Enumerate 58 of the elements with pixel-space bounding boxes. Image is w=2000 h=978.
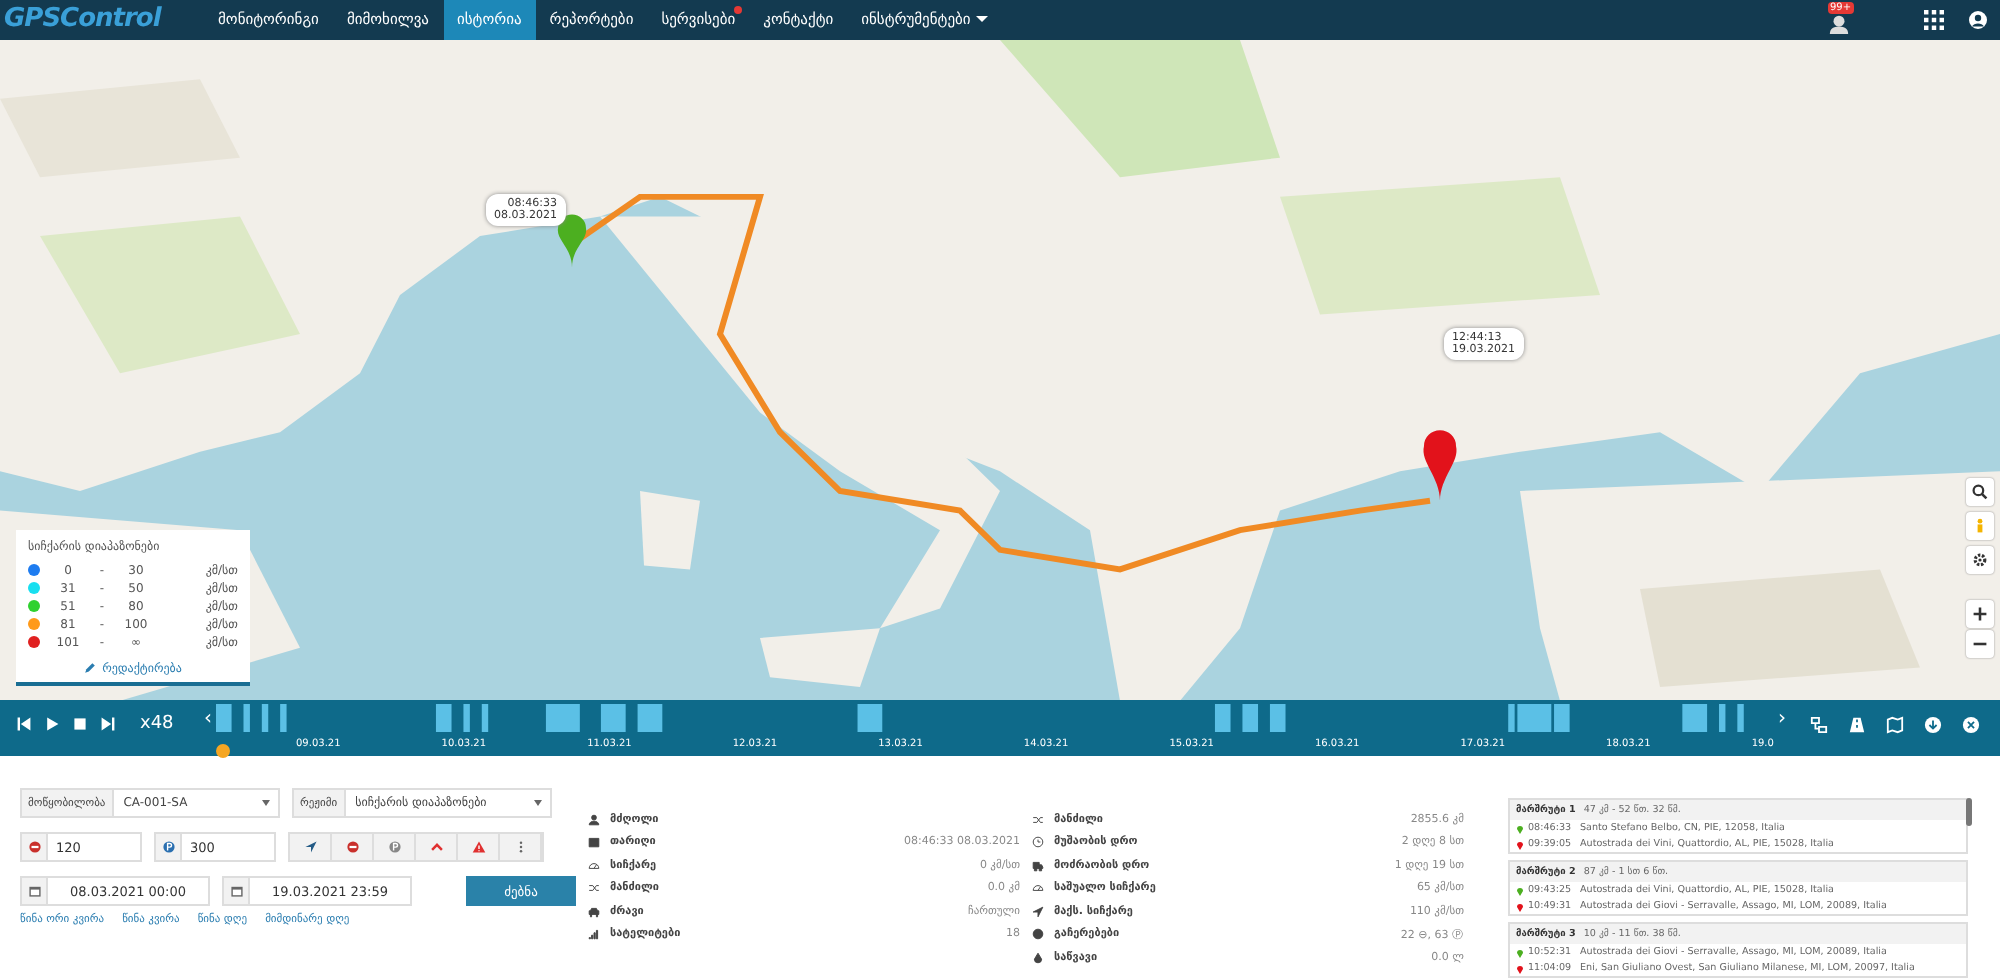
search-button[interactable] (1966, 477, 1994, 506)
plus-icon (1972, 605, 1988, 622)
parking-toggle-button[interactable] (374, 834, 416, 860)
gauge-icon (1032, 882, 1044, 895)
chevron-up-icon (429, 840, 443, 854)
user-icon (588, 813, 600, 826)
stop-sign-icon (345, 840, 359, 854)
signal-icon (588, 928, 600, 941)
clock-icon (1032, 836, 1044, 849)
drop-icon (1032, 951, 1044, 964)
navigate-icon (303, 840, 317, 854)
alerts-toggle-button[interactable] (458, 834, 500, 860)
apps-grid-icon[interactable] (1924, 9, 1944, 30)
search-icon (1972, 483, 1988, 500)
route-toggle-button[interactable] (290, 834, 332, 860)
end-pin-icon (1516, 901, 1524, 911)
scroll-right-arrow[interactable]: › (1774, 700, 1790, 730)
gauge-icon (588, 859, 600, 872)
play-icon[interactable] (44, 716, 60, 732)
download-icon[interactable] (1924, 716, 1942, 734)
truck-icon (1032, 859, 1044, 872)
navigate-icon (1032, 905, 1044, 918)
warning-icon (471, 840, 485, 854)
stop-sign-icon (27, 840, 41, 854)
settings-icon (1972, 551, 1988, 568)
zoom-out-button[interactable] (1966, 629, 1994, 658)
zoom-in-button[interactable] (1966, 599, 1994, 628)
caret-icon (976, 16, 989, 23)
scrollbar[interactable] (1966, 798, 1972, 826)
end-pin-icon (1516, 963, 1524, 973)
start-pin-icon (1516, 947, 1524, 957)
user-avatar-icon[interactable] (1968, 9, 1988, 30)
fit-route-icon[interactable] (1810, 716, 1828, 734)
start-pin-icon (1516, 885, 1524, 895)
playback-speed[interactable]: x48 (140, 714, 184, 734)
parking-icon (387, 840, 401, 854)
logo[interactable]: GPSControl (0, 0, 204, 40)
calendar-icon (588, 836, 600, 849)
shuffle-icon (588, 882, 600, 895)
start-pin-icon (1516, 823, 1524, 833)
speeding-toggle-button[interactable] (416, 834, 458, 860)
skip-forward-icon[interactable] (100, 716, 116, 732)
pencil-icon (84, 662, 97, 675)
close-icon[interactable] (1962, 716, 1980, 734)
parking-icon (161, 840, 175, 854)
timeline-handle[interactable] (216, 744, 230, 758)
calendar-icon (229, 884, 243, 898)
settings-button[interactable] (1966, 545, 1994, 574)
scroll-left-arrow[interactable]: ‹ (200, 700, 216, 730)
user-alert-icon (1828, 12, 1850, 35)
skip-back-icon[interactable] (16, 716, 32, 732)
end-pin-icon (1516, 839, 1524, 849)
road-icon[interactable] (1848, 716, 1866, 734)
calendar-icon (27, 884, 41, 898)
shuffle-icon (1032, 813, 1044, 826)
stops-toggle-button[interactable] (332, 834, 374, 860)
map-icon[interactable] (1886, 716, 1904, 734)
car-icon (588, 905, 600, 918)
